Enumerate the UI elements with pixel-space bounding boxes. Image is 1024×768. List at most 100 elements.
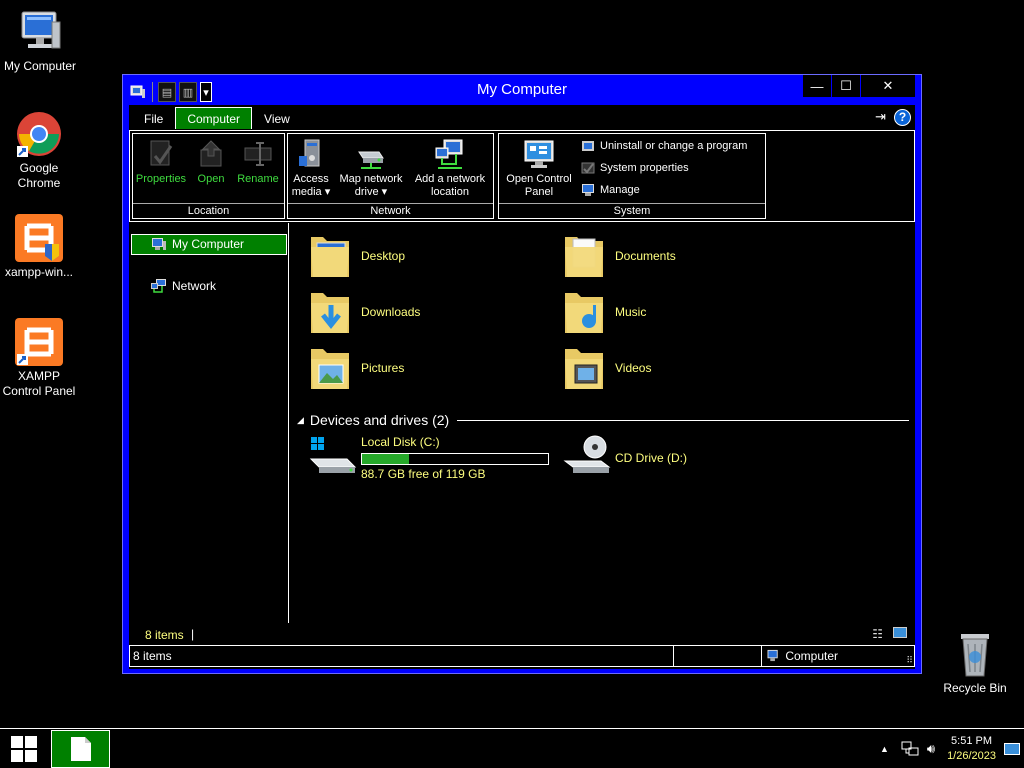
rename-icon: [242, 138, 274, 170]
taskbar-app-explorer[interactable]: [51, 730, 110, 768]
network-icon[interactable]: [901, 741, 919, 757]
map-network-drive-button[interactable]: Map network drive ▾: [334, 138, 408, 199]
system-properties-button[interactable]: System properties: [581, 159, 689, 177]
open-control-panel-button[interactable]: Open Control Panel: [501, 138, 577, 199]
folder-music[interactable]: Music: [563, 287, 803, 339]
window-controls: — ☐ ✕: [802, 75, 915, 97]
tab-file[interactable]: File: [132, 107, 175, 129]
document-icon: [70, 737, 91, 761]
ribbon-group-system: Open Control Panel Uninstall or change a…: [498, 133, 766, 219]
item-count: 8 items: [145, 628, 184, 642]
open-icon: [195, 138, 227, 170]
ribbon: Properties Open Rename Location Access m…: [129, 130, 915, 222]
folder-pictures[interactable]: Pictures: [309, 343, 549, 395]
desktop-icon-label: xampp-win...: [4, 265, 74, 279]
close-button[interactable]: ✕: [861, 75, 915, 97]
open-button[interactable]: Open: [191, 138, 231, 186]
start-button[interactable]: [0, 729, 48, 768]
system-tray: ▲ 🔊︎ 5:51 PM 1/26/2023: [880, 729, 1024, 768]
clock-time: 5:51 PM: [951, 734, 993, 747]
drive-free-space: 88.7 GB free of 119 GB: [361, 467, 486, 481]
help-icon[interactable]: ?: [894, 108, 911, 126]
uninstall-icon: [582, 141, 594, 151]
drive-local-disk-c[interactable]: Local Disk (C:) 88.7 GB free of 119 GB: [309, 435, 549, 481]
manage-icon: [582, 184, 594, 196]
desktop-icon-xampp-installer[interactable]: xampp-win...: [0, 214, 79, 280]
show-hidden-icon[interactable]: ▲: [880, 744, 889, 754]
network-icon: [151, 279, 166, 293]
rename-button[interactable]: Rename: [233, 138, 283, 186]
desktop-folder-icon: [311, 237, 349, 277]
folder-videos[interactable]: Videos: [563, 343, 803, 395]
desktop: My Computer Google Chrome xampp-win... X…: [0, 0, 1024, 728]
title-bar[interactable]: ▤ ▥ ▾ My Computer — ☐ ✕: [123, 75, 921, 105]
desktop-icon-my-computer[interactable]: My Computer: [0, 8, 80, 74]
computer-icon: [767, 649, 778, 662]
status-item-count: 8 items: [130, 646, 674, 666]
desktop-icon-label: Google Chrome: [17, 161, 61, 190]
collapse-chevron-icon: ◢: [297, 414, 304, 425]
folder-downloads[interactable]: Downloads: [309, 287, 549, 339]
drive-usage-bar: [361, 453, 549, 465]
volume-icon[interactable]: 🔊︎: [927, 741, 935, 757]
manage-button[interactable]: Manage: [581, 181, 640, 199]
section-divider: [457, 419, 909, 421]
windows-logo-icon: [11, 735, 37, 762]
recycle-bin-icon: [951, 630, 999, 678]
item-count-row: 8 items | ☷: [129, 625, 915, 645]
details-view-icon[interactable]: ☷: [872, 627, 883, 641]
add-network-location-button[interactable]: Add a network location: [410, 138, 490, 199]
drive-label: Local Disk (C:): [361, 435, 440, 449]
large-icons-view-icon[interactable]: [893, 627, 907, 638]
resize-grip-icon[interactable]: ⠿: [906, 655, 913, 666]
nav-item-my-computer[interactable]: My Computer: [131, 234, 287, 255]
desktop-icon-label: My Computer: [3, 59, 77, 73]
properties-icon: [145, 138, 177, 170]
music-folder-icon: [565, 293, 603, 333]
maximize-button[interactable]: ☐: [832, 75, 860, 97]
ribbon-group-label: Network: [288, 203, 493, 218]
cd-drive-icon: [563, 435, 611, 473]
desktop-icon-label: Recycle Bin: [943, 681, 1007, 695]
ribbon-group-label: System: [499, 203, 765, 218]
desktop-icon-recycle-bin[interactable]: Recycle Bin: [935, 630, 1015, 696]
tab-computer[interactable]: Computer: [175, 107, 253, 129]
ribbon-group-label: Location: [133, 203, 284, 218]
uninstall-program-button[interactable]: Uninstall or change a program: [581, 137, 747, 155]
drive-cd-d[interactable]: CD Drive (D:): [563, 435, 763, 479]
computer-icon: [152, 238, 166, 250]
status-empty-cell: [674, 646, 762, 666]
ribbon-tabs: File Computer View ⇥ ?: [129, 105, 915, 129]
ribbon-group-location: Properties Open Rename Location: [132, 133, 285, 219]
xampp-icon: [15, 318, 63, 366]
minimize-button[interactable]: —: [803, 75, 831, 97]
documents-folder-icon: [565, 237, 603, 277]
xampp-icon: [15, 214, 63, 262]
folder-desktop[interactable]: Desktop: [309, 231, 549, 283]
navigation-pane: My Computer Network: [129, 223, 289, 623]
tab-view[interactable]: View: [252, 107, 302, 129]
ribbon-group-network: Access media ▾ Map network drive ▾ Add a…: [287, 133, 494, 219]
clock[interactable]: 5:51 PM 1/26/2023: [947, 734, 996, 764]
nav-item-network[interactable]: Network: [131, 276, 287, 297]
downloads-folder-icon: [311, 293, 349, 333]
chrome-icon: [15, 110, 63, 158]
drive-usage-fill: [362, 454, 410, 464]
content-pane: Desktop Documents Downloads Music Pictur…: [291, 223, 915, 623]
drive-label: CD Drive (D:): [615, 451, 687, 465]
access-media-button[interactable]: Access media ▾: [290, 138, 332, 199]
clock-date: 1/26/2023: [947, 749, 996, 762]
devices-section-header[interactable]: ◢ Devices and drives (2): [297, 411, 909, 429]
system-properties-icon: [581, 162, 595, 174]
add-network-location-icon: [434, 138, 466, 170]
status-bar: 8 items Computer ⠿: [129, 645, 915, 667]
taskbar: ▲ 🔊︎ 5:51 PM 1/26/2023: [0, 728, 1024, 768]
pin-ribbon-icon[interactable]: ⇥: [875, 109, 886, 125]
desktop-icon-chrome[interactable]: Google Chrome: [0, 110, 79, 191]
show-desktop-icon[interactable]: [1004, 742, 1020, 755]
folder-documents[interactable]: Documents: [563, 231, 803, 283]
properties-button[interactable]: Properties: [135, 138, 187, 186]
access-media-icon: [295, 138, 327, 170]
desktop-icon-xampp-control[interactable]: XAMPP Control Panel: [0, 318, 79, 399]
explorer-window: ▤ ▥ ▾ My Computer — ☐ ✕ File Computer Vi…: [122, 74, 922, 674]
